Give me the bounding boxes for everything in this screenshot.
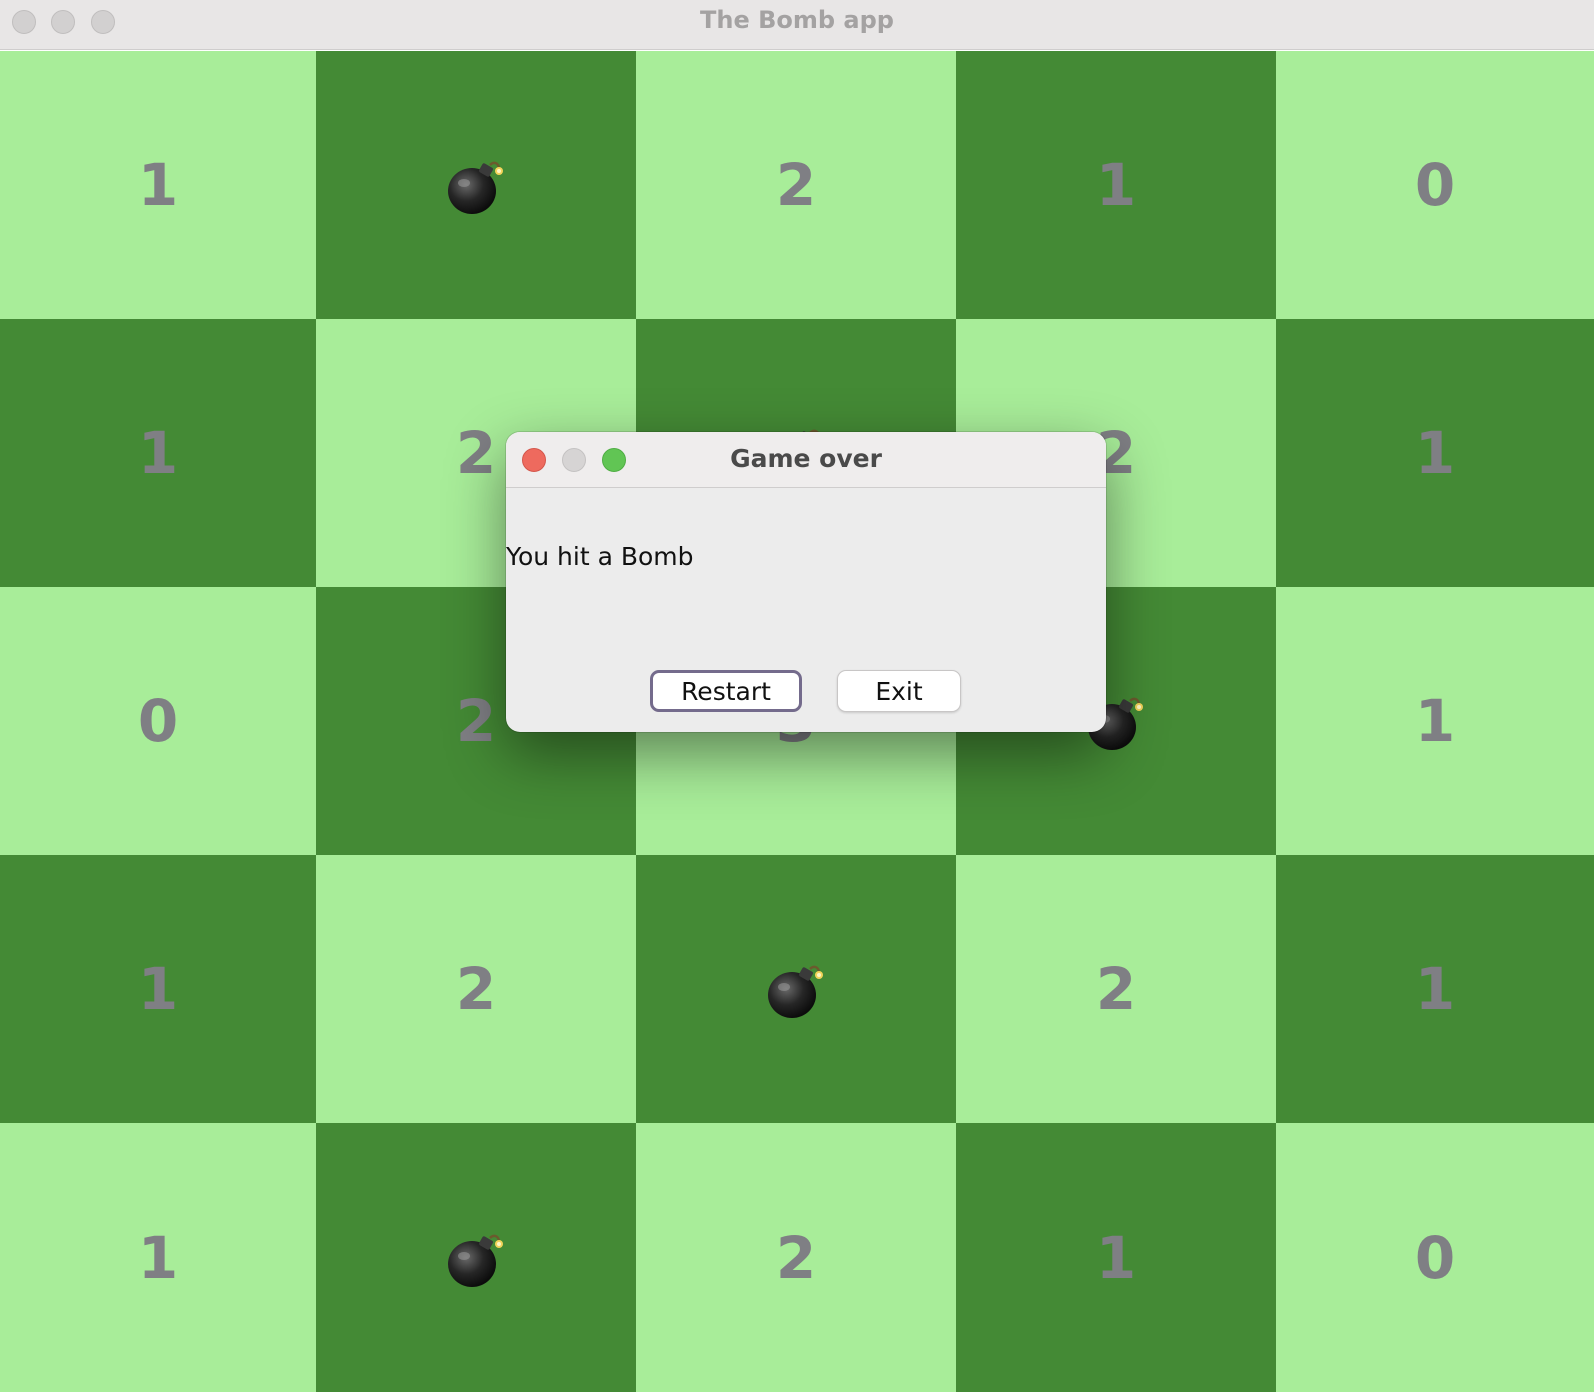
cell-number: 1 <box>1414 955 1456 1023</box>
bomb-icon <box>764 957 828 1021</box>
window-titlebar: The Bomb app <box>0 0 1594 50</box>
board-cell[interactable]: 1 <box>956 1123 1276 1392</box>
window-title: The Bomb app <box>700 6 894 34</box>
cell-number: 0 <box>1414 151 1456 219</box>
board-cell[interactable]: 0 <box>0 587 316 855</box>
cell-number: 1 <box>137 151 179 219</box>
board-cell-bomb[interactable] <box>316 1123 636 1392</box>
board-cell[interactable]: 0 <box>1276 1123 1594 1392</box>
dialog-titlebar: Game over <box>506 432 1106 488</box>
cell-number: 2 <box>775 151 817 219</box>
cell-number: 2 <box>455 687 497 755</box>
dialog-message: You hit a Bomb <box>506 542 694 571</box>
cell-number: 1 <box>1414 419 1456 487</box>
game-over-dialog: Game over You hit a Bomb Restart Exit <box>506 432 1106 732</box>
board-cell[interactable]: 1 <box>0 51 316 319</box>
cell-number: 0 <box>1414 1223 1456 1292</box>
cell-number: 1 <box>137 419 179 487</box>
board-cell-bomb[interactable] <box>636 855 956 1123</box>
board-cell[interactable]: 1 <box>1276 319 1594 587</box>
board-cell[interactable]: 1 <box>0 855 316 1123</box>
board-cell[interactable]: 1 <box>0 1123 316 1392</box>
cell-number: 1 <box>1095 151 1137 219</box>
board-cell[interactable]: 2 <box>316 855 636 1123</box>
cell-number: 0 <box>137 687 179 755</box>
restart-button[interactable]: Restart <box>650 670 802 712</box>
board-cell[interactable]: 2 <box>636 1123 956 1392</box>
cell-number: 1 <box>137 955 179 1023</box>
board-cell[interactable]: 0 <box>1276 51 1594 319</box>
board-cell-bomb[interactable] <box>316 51 636 319</box>
bomb-icon <box>444 153 508 217</box>
cell-number: 1 <box>1414 687 1456 755</box>
board-cell[interactable]: 1 <box>1276 855 1594 1123</box>
cell-number: 2 <box>1095 955 1137 1023</box>
cell-number: 2 <box>455 419 497 487</box>
cell-number: 2 <box>455 955 497 1023</box>
cell-number: 2 <box>775 1223 817 1292</box>
board-cell[interactable]: 1 <box>0 319 316 587</box>
exit-button[interactable]: Exit <box>837 670 961 712</box>
cell-number: 1 <box>1095 1223 1137 1292</box>
board-cell[interactable]: 2 <box>956 855 1276 1123</box>
board-cell[interactable]: 1 <box>1276 587 1594 855</box>
board-cell[interactable]: 2 <box>636 51 956 319</box>
board-cell[interactable]: 1 <box>956 51 1276 319</box>
dialog-title: Game over <box>730 444 882 473</box>
cell-number: 1 <box>137 1223 179 1292</box>
bomb-icon <box>444 1226 508 1290</box>
